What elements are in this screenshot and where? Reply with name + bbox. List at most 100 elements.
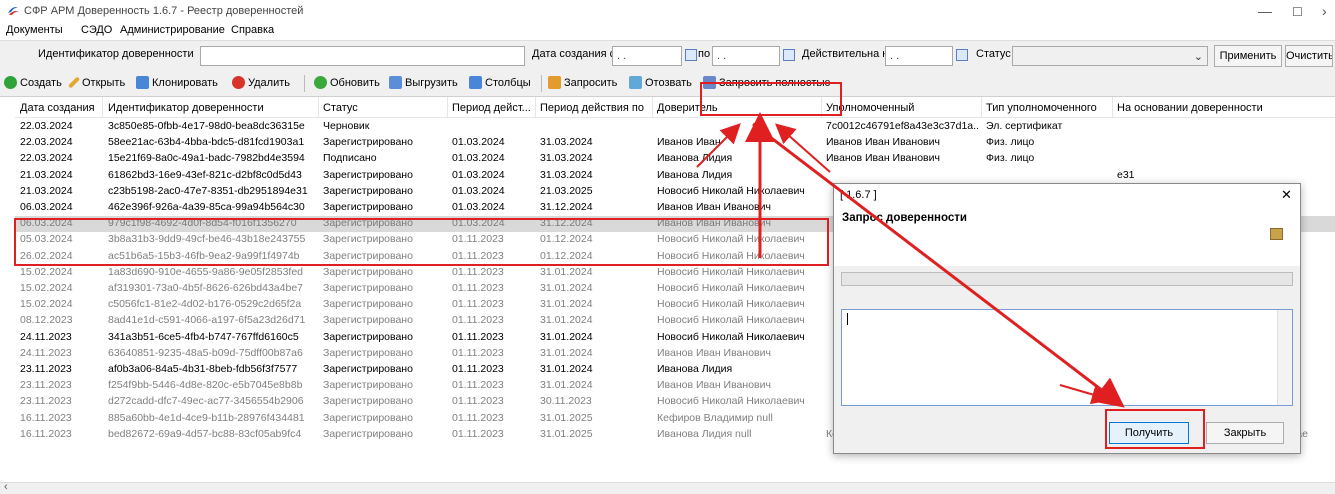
table-cell: 30.11.2023: [540, 395, 592, 408]
table-cell: 31.01.2025: [540, 411, 593, 424]
table-cell: Зарегистрировано: [323, 411, 413, 424]
table-cell: 15.02.2024: [20, 265, 73, 278]
table-cell: Физ. лицо: [986, 136, 1035, 149]
table-cell: 61862bd3-16e9-43ef-821c-d2bf8c0d5d43: [108, 168, 302, 181]
table-cell: 3c850e85-0fbb-4e17-98d0-bea8dc36315e: [108, 120, 305, 132]
table-cell: 63640851-9235-48a5-b09d-75dff00b87a6: [108, 346, 303, 359]
col-representative-type[interactable]: Тип уполномоченного: [986, 102, 1097, 114]
table-header: Дата создания Идентификатор доверенности…: [15, 97, 1335, 118]
table-cell: Зарегистрировано: [323, 201, 413, 213]
create-button[interactable]: Создать: [4, 76, 62, 89]
created-to-input[interactable]: . .: [712, 46, 780, 66]
progress-bar: [841, 272, 1293, 286]
textarea-scrollbar[interactable]: [1277, 310, 1292, 405]
row-header-strip: [0, 97, 15, 482]
calendar-icon[interactable]: [685, 49, 697, 61]
request-button[interactable]: Запросить: [548, 76, 617, 89]
col-based-on[interactable]: На основании доверенности: [1117, 102, 1263, 114]
table-cell: Зарегистрировано: [323, 168, 413, 181]
col-status[interactable]: Статус: [323, 102, 358, 114]
horizontal-scrollbar[interactable]: ‹: [0, 481, 1335, 494]
more-button[interactable]: ›: [1322, 3, 1327, 19]
created-from-label: Дата создания с: [532, 48, 616, 60]
toolbar: Создать Открыть Клонировать Удалить Обно…: [0, 70, 1335, 97]
table-cell: 341a3b51-6ce5-4fb4-b747-767ffd6160c5: [108, 330, 299, 343]
table-cell: Зарегистрировано: [323, 314, 413, 327]
table-cell: Зарегистрировано: [323, 379, 413, 392]
export-icon: [389, 76, 402, 89]
table-cell: 24.11.2023: [20, 346, 72, 359]
table-cell: f254f9bb-5446-4d8e-820c-e5b7045e8b8b: [108, 379, 303, 392]
table-cell: Зарегистрировано: [323, 346, 413, 359]
plus-icon: [4, 76, 17, 89]
table-cell: 23.11.2023: [20, 379, 72, 392]
columns-button[interactable]: Столбцы: [469, 76, 531, 89]
response-textarea[interactable]: [841, 309, 1293, 406]
menu-documents[interactable]: Документы: [6, 24, 63, 36]
col-period-from[interactable]: Период дейст...: [452, 102, 535, 114]
menu-administration[interactable]: Администрирование: [120, 24, 225, 36]
id-filter-input[interactable]: [200, 46, 525, 66]
col-period-to[interactable]: Период действия по: [540, 102, 644, 114]
table-cell: c5056fc1-81e2-4d02-b176-0529c2d65f2a: [108, 298, 302, 311]
app-logo-icon: [8, 7, 19, 15]
table-cell: 31.01.2025: [540, 427, 593, 440]
printer-icon: [1270, 228, 1283, 240]
table-cell: Новосиб Николай Николаевич: [657, 330, 805, 343]
clone-button[interactable]: Клонировать: [136, 76, 218, 89]
toolbar-separator: [541, 75, 542, 92]
highlight-get-button: [1105, 409, 1205, 449]
delete-button[interactable]: Удалить: [232, 76, 290, 89]
table-cell: Кефиров Владимир null: [657, 411, 773, 424]
table-cell: 22.03.2024: [20, 136, 73, 149]
table-cell: Иванов Иван Иванович: [657, 346, 771, 359]
table-cell: 8ad41e1d-c591-4066-a197-6f5a23d26d71: [108, 314, 306, 327]
dialog-title: [ 1.6.7 ]: [840, 189, 877, 201]
minimize-button[interactable]: —: [1258, 3, 1272, 19]
table-row[interactable]: 21.03.2024 61862bd3-16e9-43ef-821c-d2bf8c…: [15, 168, 1335, 184]
columns-icon: [469, 76, 482, 89]
apply-button[interactable]: Применить: [1214, 45, 1282, 67]
table-row[interactable]: 22.03.2024 58ee21ac-63b4-4bba-bdc5-d81fcd…: [15, 135, 1335, 151]
table-cell: Новосиб Николай Николаевич: [657, 395, 805, 408]
table-cell: Новосиб Николай Николаевич: [657, 184, 805, 197]
scroll-left-icon[interactable]: ‹: [4, 481, 8, 493]
table-row[interactable]: 22.03.2024 15e21f69-8a0c-49a1-badc-7982bd…: [15, 151, 1335, 167]
table-cell: 7c0012c46791ef8a43e3c37d1a...: [826, 120, 979, 132]
refresh-button[interactable]: Обновить: [314, 76, 380, 89]
table-cell: 31.01.2024: [540, 282, 593, 294]
table-cell: c23b5198-2ac0-47e7-8351-db2951894e31: [108, 184, 308, 197]
calendar-icon[interactable]: [783, 49, 795, 61]
clear-filter-button[interactable]: Очистить фильтр: [1285, 45, 1333, 67]
valid-on-input[interactable]: . .: [885, 46, 953, 66]
id-filter-label: Идентификатор доверенности: [38, 48, 194, 60]
window-title: СФР АРМ Доверенность 1.6.7 - Реестр дове…: [24, 5, 304, 17]
calendar-icon[interactable]: [956, 49, 968, 61]
table-cell: Зарегистрировано: [323, 265, 413, 278]
table-cell: Зарегистрировано: [323, 395, 413, 408]
dialog-close-icon[interactable]: ✕: [1281, 187, 1292, 203]
close-button[interactable]: Закрыть: [1206, 422, 1284, 444]
table-row[interactable]: 22.03.2024 3c850e85-0fbb-4e17-98d0-bea8dc…: [15, 119, 1335, 135]
table-cell: Иванова Лидия: [657, 152, 733, 165]
table-cell: Новосиб Николай Николаевич: [657, 314, 805, 327]
col-created[interactable]: Дата создания: [20, 102, 95, 114]
created-from-input[interactable]: . .: [612, 46, 682, 66]
table-cell: 01.11.2023: [452, 363, 504, 375]
status-select[interactable]: ⌄: [1012, 46, 1208, 66]
maximize-button[interactable]: ☐: [1292, 5, 1303, 19]
table-cell: 01.11.2023: [452, 314, 504, 327]
table-cell: 31.12.2024: [540, 201, 593, 213]
col-id[interactable]: Идентификатор доверенности: [108, 102, 264, 114]
menu-sedo[interactable]: СЭДО: [81, 24, 112, 36]
open-button[interactable]: Открыть: [67, 76, 125, 89]
table-cell: 01.03.2024: [452, 136, 505, 149]
table-cell: 31.01.2024: [540, 330, 593, 343]
table-cell: Зарегистрировано: [323, 136, 413, 149]
menu-help[interactable]: Справка: [231, 24, 274, 36]
table-cell: Новосиб Николай Николаевич: [657, 298, 805, 311]
text-cursor: [847, 313, 848, 325]
table-cell: 31.01.2024: [540, 314, 593, 327]
export-button[interactable]: Выгрузить: [389, 76, 458, 89]
revoke-button[interactable]: Отозвать: [629, 76, 692, 89]
